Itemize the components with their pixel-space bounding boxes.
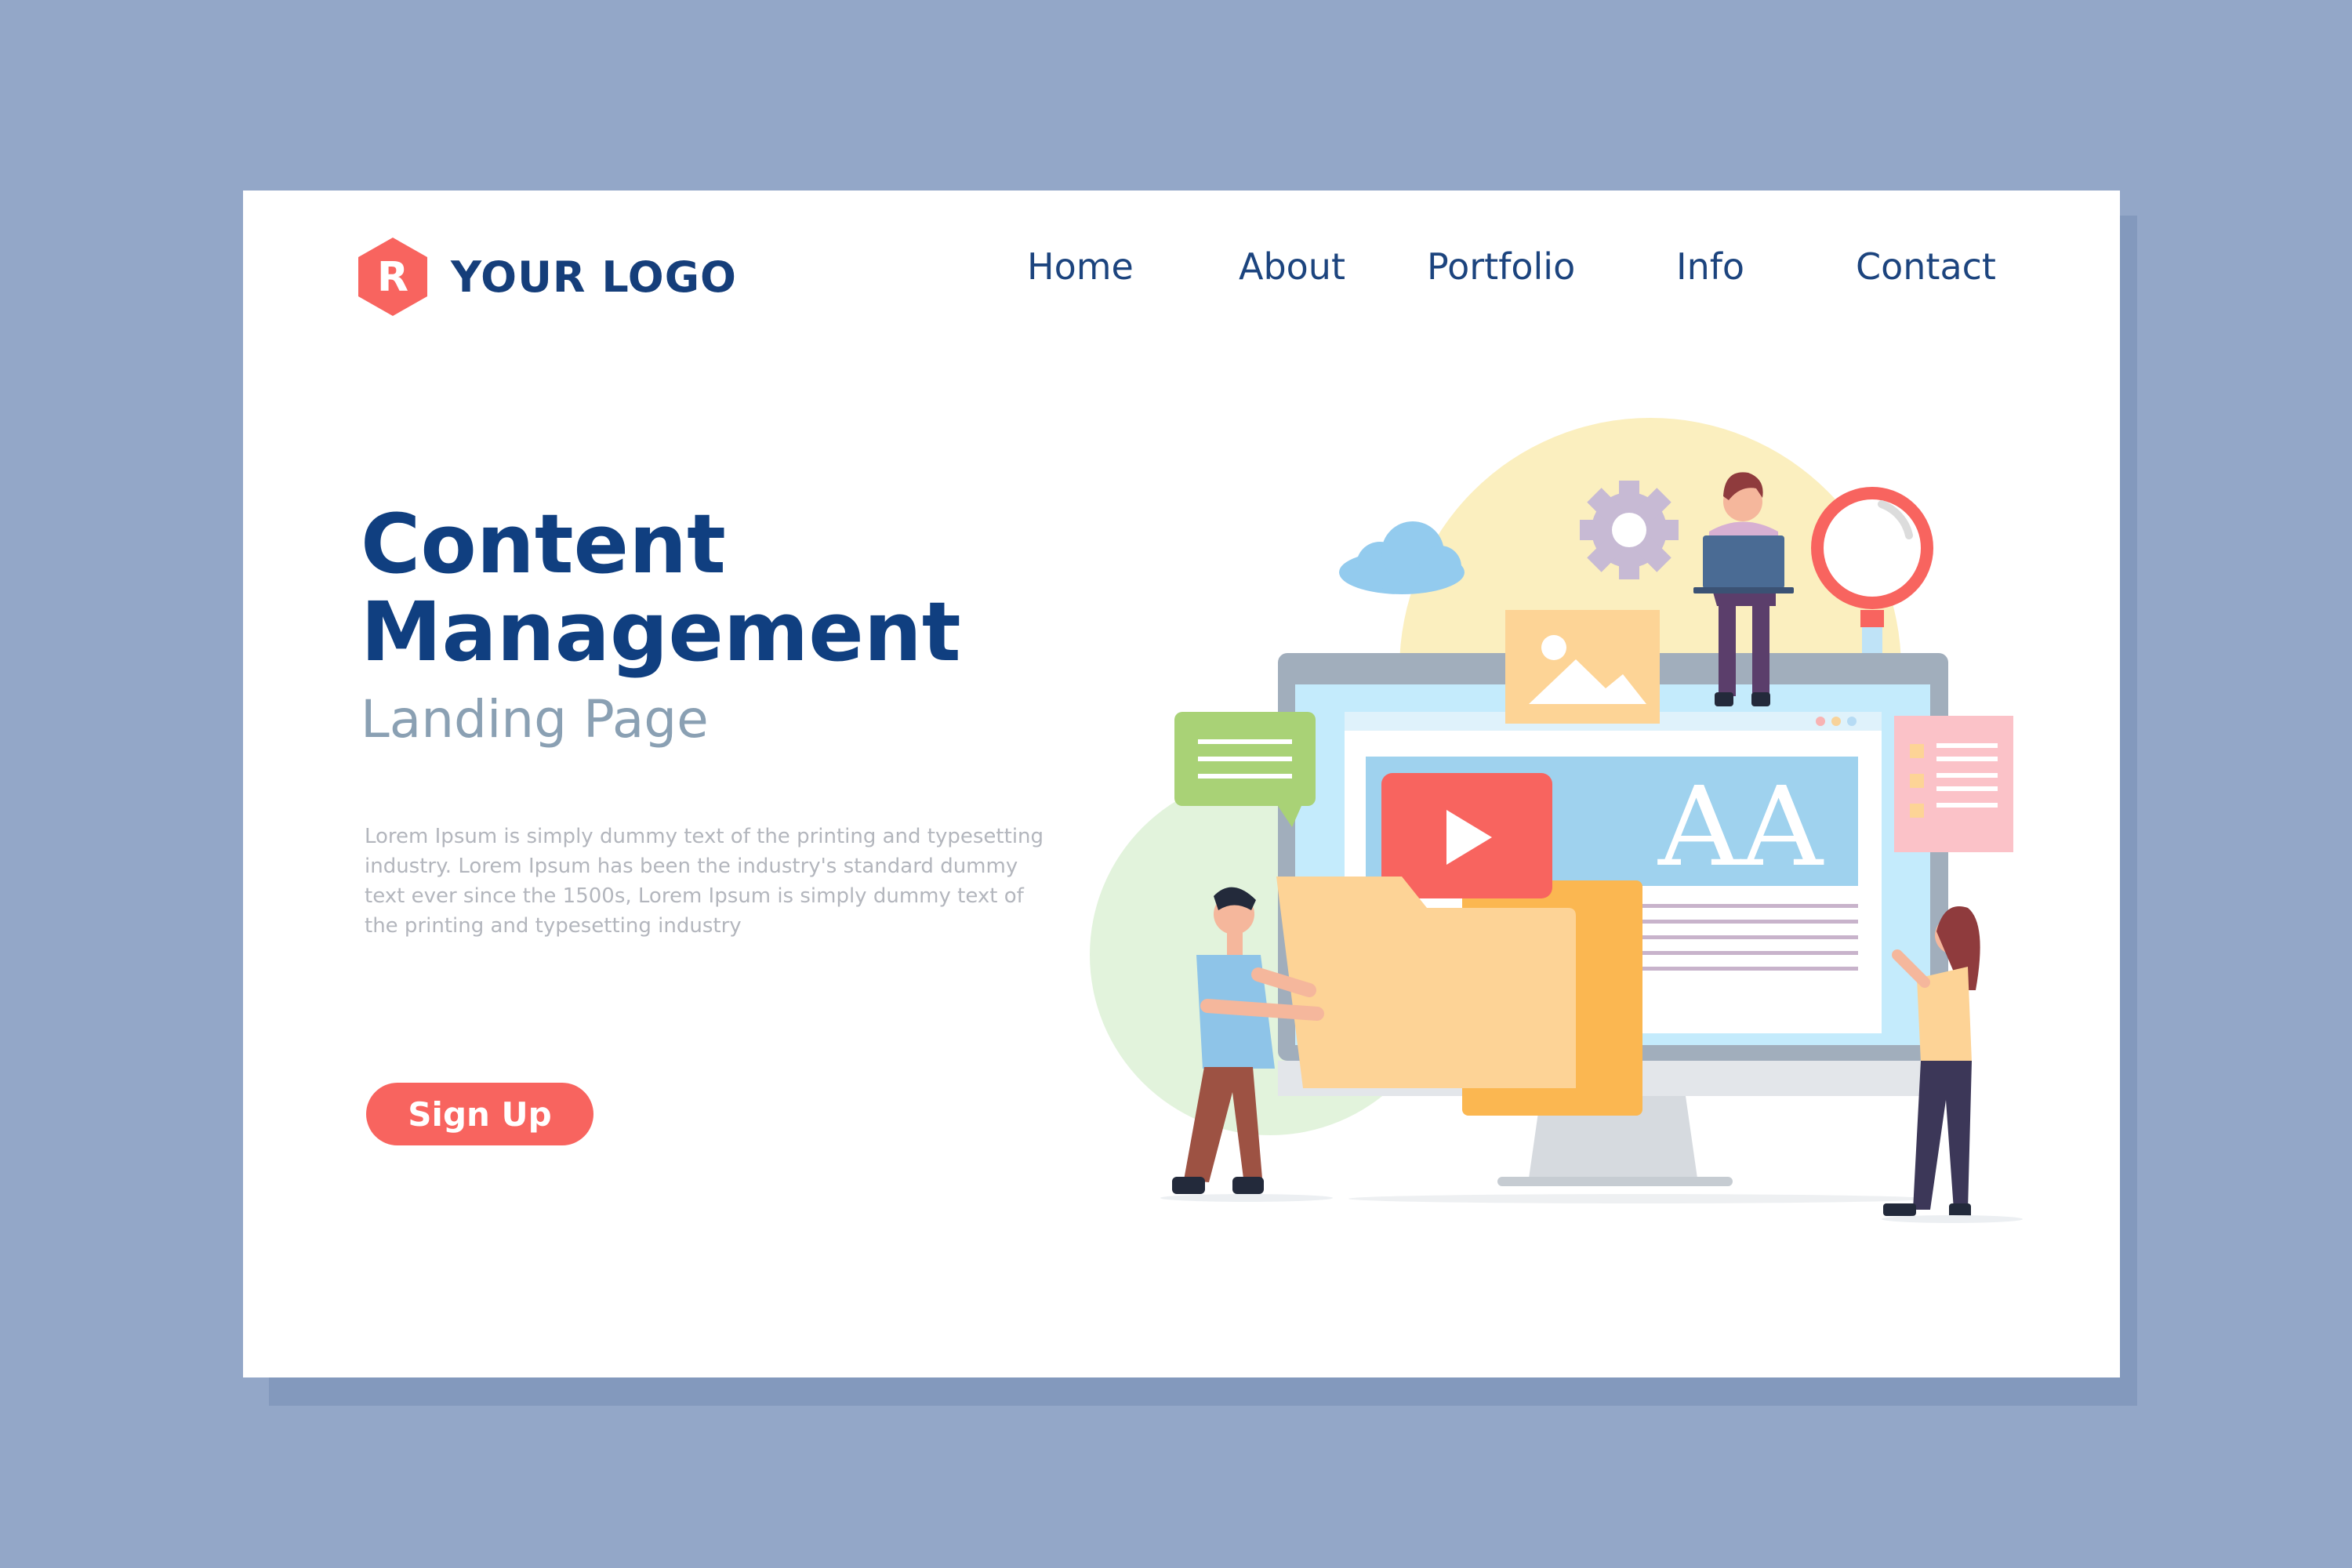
checklist-icon [1894, 716, 2013, 852]
image-icon [1505, 610, 1660, 724]
folder-front [1276, 877, 1576, 1088]
hero-illustration: AA [1090, 418, 2023, 1223]
landing-card: R YOUR LOGO Home About Portfolio Info Co… [243, 191, 2120, 1377]
type-sample-text: AA [1657, 764, 1824, 891]
gear-icon [1580, 481, 1679, 579]
play-icon [1381, 773, 1552, 898]
